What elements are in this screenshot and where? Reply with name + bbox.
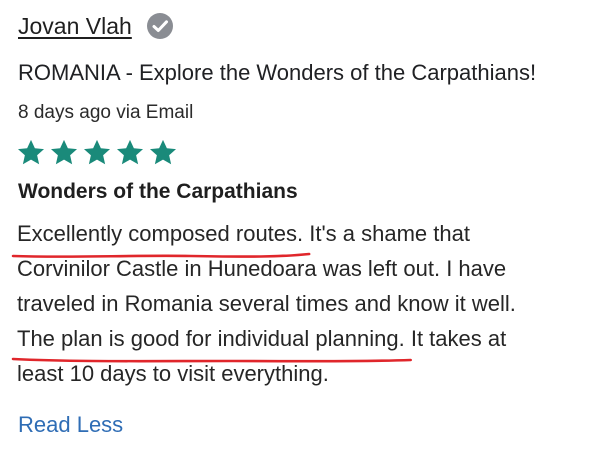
red-underline-annotation bbox=[13, 250, 309, 260]
red-underline-annotation bbox=[13, 355, 411, 365]
trip-title: ROMANIA - Explore the Wonders of the Car… bbox=[18, 60, 537, 85]
review-body: Excellently composed routes. It's a sham… bbox=[17, 216, 587, 391]
review-meta: 8 days ago via Email bbox=[18, 102, 194, 123]
review-line: Excellently composed routes. It's a sham… bbox=[17, 216, 587, 251]
star-icon bbox=[150, 139, 176, 165]
highlighted-phrase: Excellently composed routes. bbox=[17, 216, 303, 251]
star-icon bbox=[117, 139, 143, 165]
reviewer-row: Jovan Vlah bbox=[18, 12, 174, 40]
reviewer-name-link[interactable]: Jovan Vlah bbox=[18, 13, 132, 40]
review-line: The plan is good for individual planning… bbox=[17, 321, 587, 356]
star-icon bbox=[18, 139, 44, 165]
highlighted-phrase: The plan is good for individual planning… bbox=[17, 321, 405, 356]
read-less-link[interactable]: Read Less bbox=[18, 412, 123, 438]
star-icon bbox=[51, 139, 77, 165]
highlighted-text: The plan is good for individual planning… bbox=[17, 326, 405, 351]
highlighted-text: Excellently composed routes. bbox=[17, 221, 304, 246]
review-title: Wonders of the Carpathians bbox=[18, 180, 298, 203]
star-icon bbox=[84, 139, 110, 165]
review-text: It takes at bbox=[404, 326, 507, 351]
review-line: traveled in Romania several times and kn… bbox=[17, 291, 516, 316]
review-card: Jovan Vlah ROMANIA - Explore the Wonders… bbox=[0, 0, 600, 449]
star-rating bbox=[16, 138, 178, 168]
check-badge-icon bbox=[146, 13, 173, 39]
review-text: It's a shame that bbox=[303, 221, 470, 246]
